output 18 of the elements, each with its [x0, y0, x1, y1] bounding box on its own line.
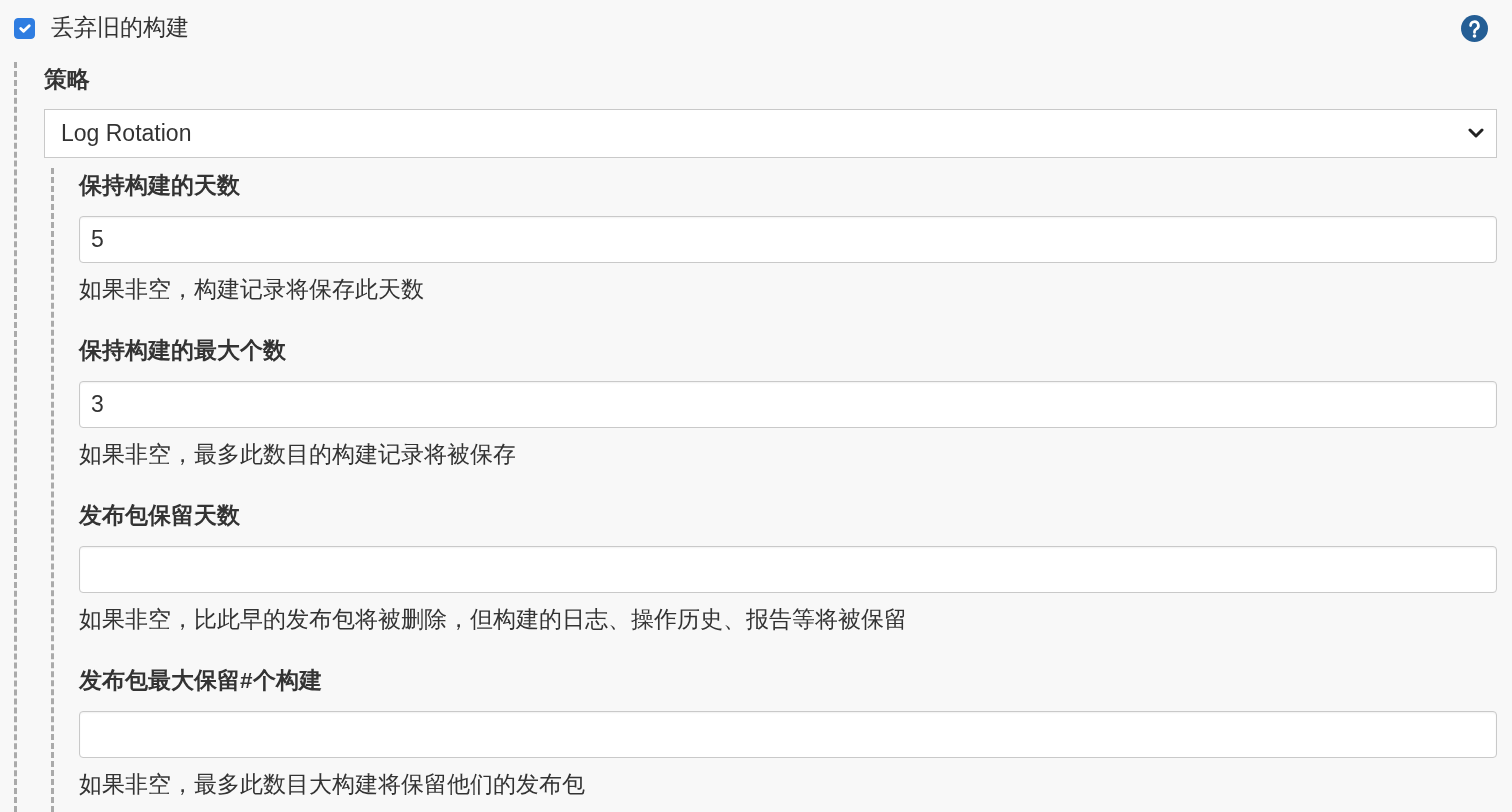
help-text: 如果非空，比此早的发布包将被删除，但构建的日志、操作历史、报告等将被保留 — [79, 606, 908, 634]
field-label: 发布包最大保留#个构建 — [79, 667, 323, 695]
input-field[interactable]: 3 — [79, 381, 1497, 428]
help-text: 如果非空，构建记录将保存此天数 — [79, 276, 425, 304]
checkbox-label: 丢弃旧的构建 — [51, 14, 189, 42]
field-label: 发布包保留天数 — [79, 502, 241, 530]
field-label: 保持构建的最大个数 — [79, 337, 287, 365]
field-label: 保持构建的天数 — [79, 172, 241, 200]
strategy-label: 策略 — [44, 66, 91, 94]
help-text: 如果非空，最多此数目的构建记录将被保存 — [79, 441, 517, 469]
checkbox[interactable] — [14, 17, 35, 39]
chevron-down-icon — [1468, 128, 1484, 139]
help-icon[interactable] — [1461, 14, 1488, 42]
input-field[interactable] — [79, 546, 1497, 593]
input-field[interactable]: 5 — [79, 216, 1497, 263]
input-field[interactable] — [79, 711, 1497, 758]
strategy-dropdown[interactable]: Log Rotation — [44, 109, 1497, 158]
help-text: 如果非空，最多此数目大构建将保留他们的发布包 — [79, 771, 586, 799]
